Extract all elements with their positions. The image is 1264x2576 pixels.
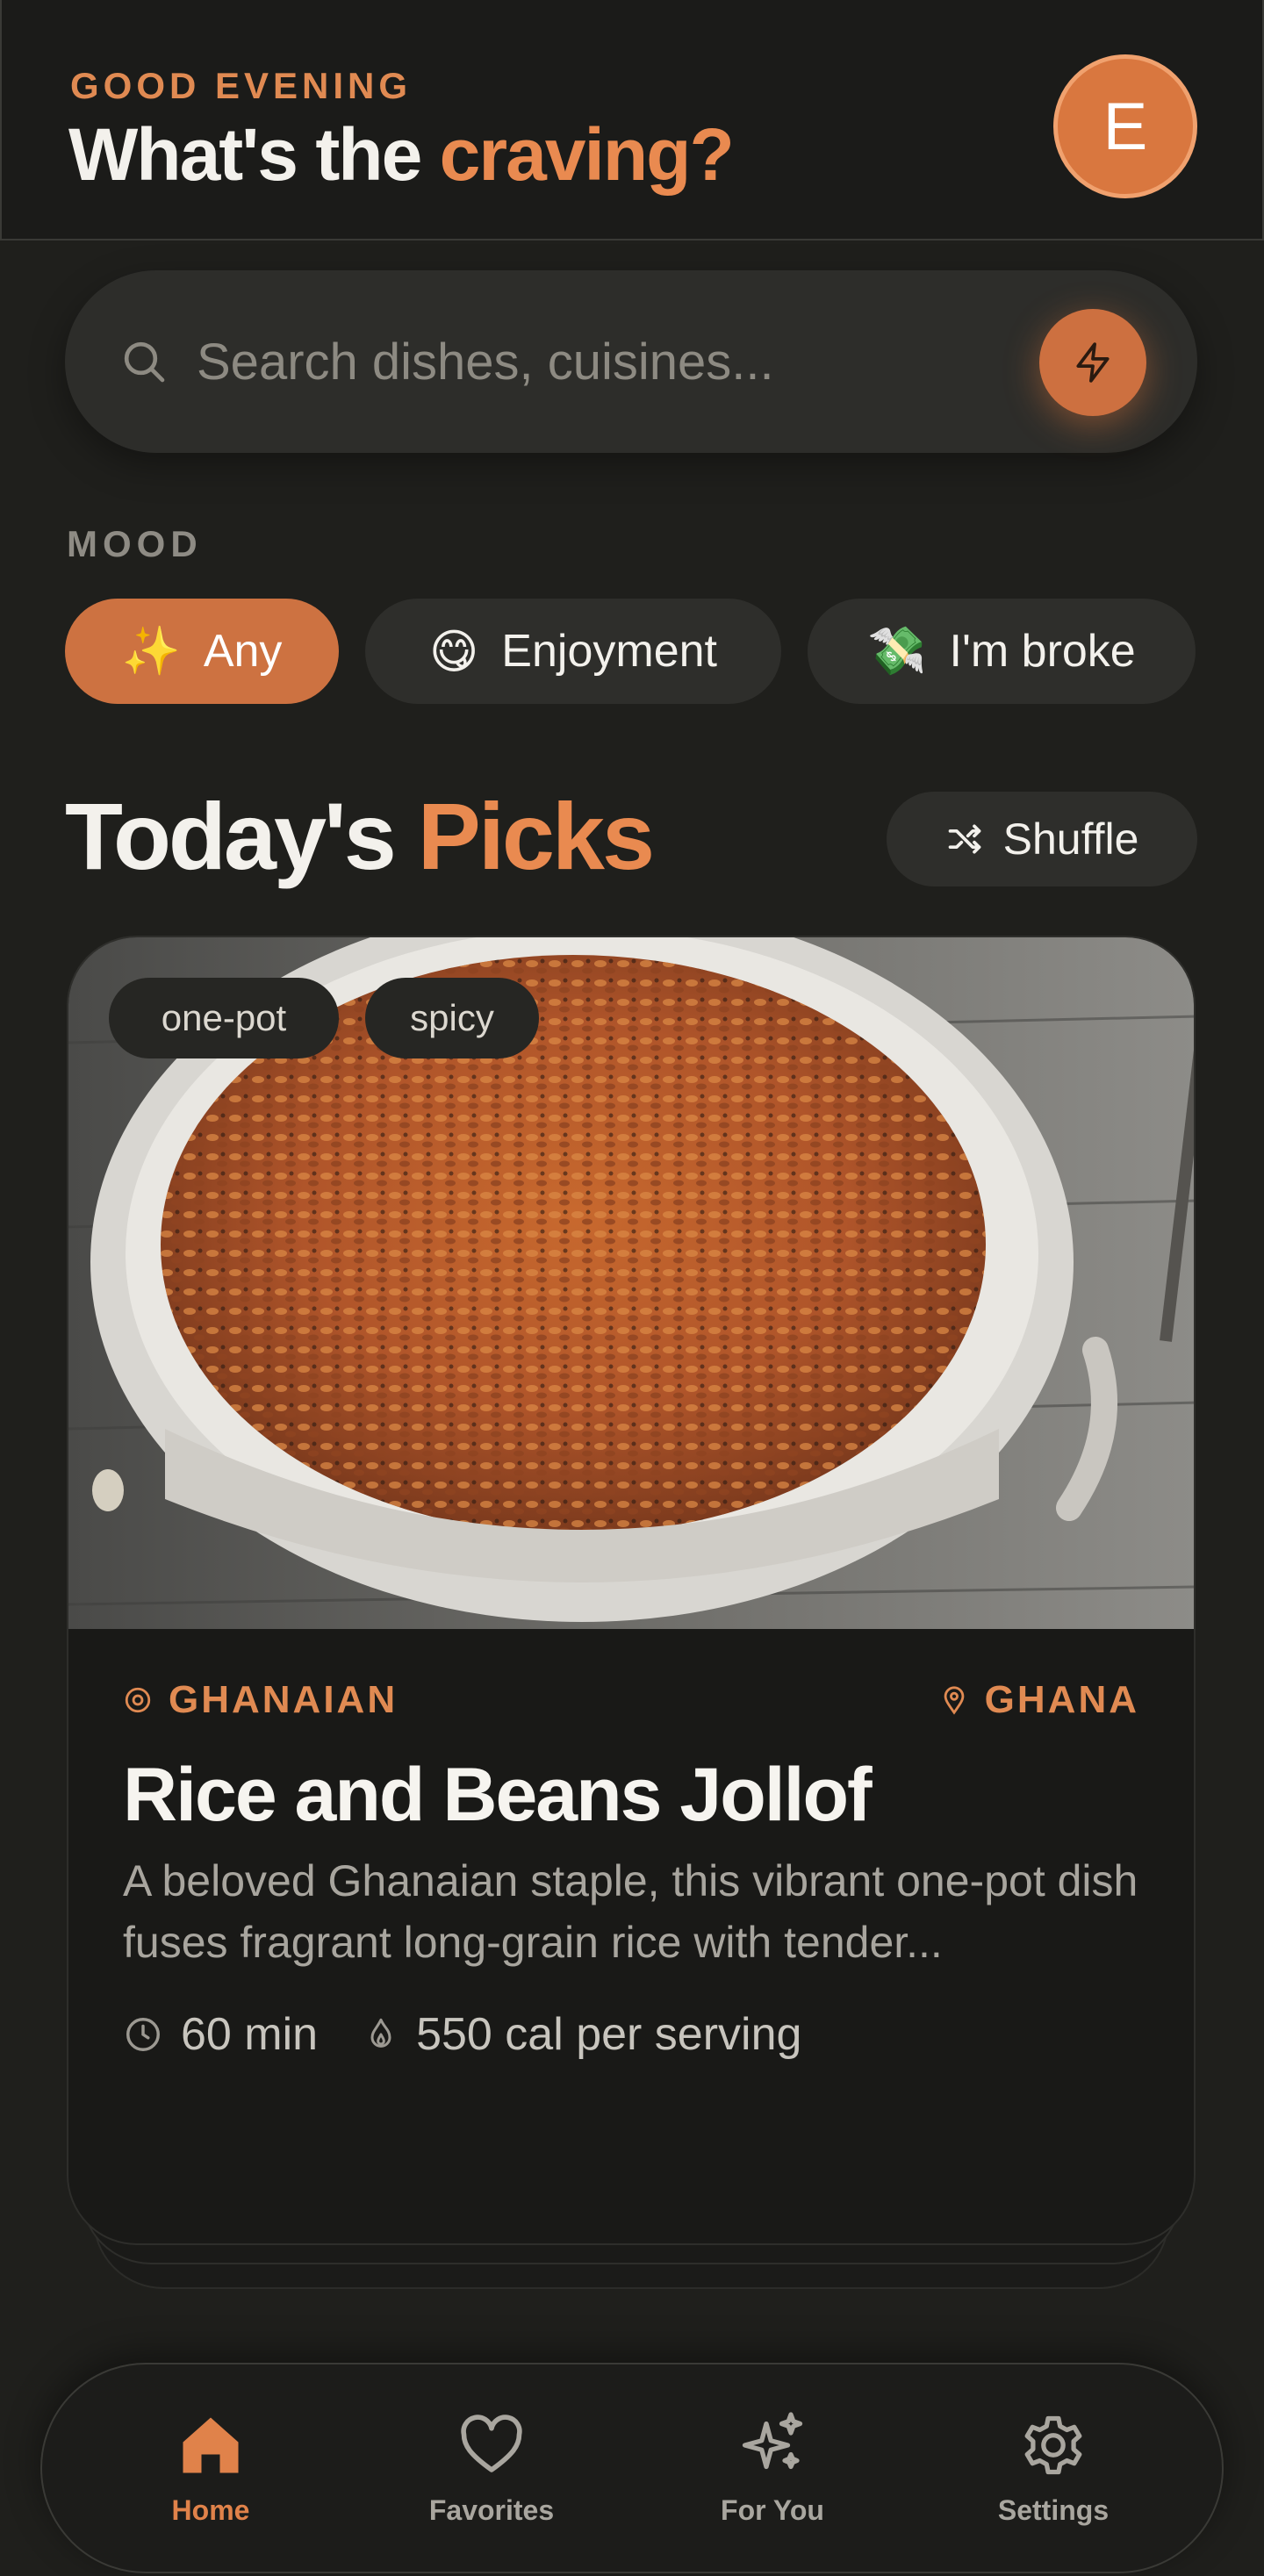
search-bar [65, 270, 1197, 453]
heart-icon [461, 2415, 522, 2472]
cook-time: 60 min [123, 2008, 318, 2061]
search-input[interactable] [197, 321, 1039, 402]
app-header: GOOD EVENING What's the craving? E [0, 0, 1264, 240]
section-title-main: Today's [65, 783, 397, 889]
yum-emoji-icon: 😋 [429, 625, 479, 678]
cuisine-text: GHANAIAN [169, 1678, 399, 1721]
nav-item-home[interactable]: Home [114, 2408, 307, 2540]
location-pin-icon [944, 1686, 965, 1715]
cook-time-text: 60 min [181, 2009, 319, 2060]
title-main: What's the [68, 113, 422, 196]
tag-one-pot[interactable]: one-pot [109, 978, 339, 1058]
search-icon [124, 341, 165, 383]
nav-label: Favorites [428, 2494, 555, 2526]
calories-text: 550 cal per serving [416, 2009, 802, 2060]
avatar[interactable]: E [1053, 54, 1197, 198]
clock-icon [126, 2018, 160, 2051]
greeting-text: GOOD EVENING [70, 65, 413, 106]
mood-chip-enjoyment[interactable]: 😋 Enjoyment [365, 599, 781, 704]
dish-stats: 60 min 550 cal per serving [123, 2008, 801, 2061]
sparkles-emoji-icon: ✨ [121, 624, 181, 678]
mood-chip-label: I'm broke [949, 626, 1136, 677]
origin-label: GHANA [939, 1678, 1139, 1722]
home-icon [183, 2417, 239, 2473]
origin-text: GHANA [984, 1678, 1139, 1721]
mood-chip-broke[interactable]: 💸 I'm broke [808, 599, 1196, 704]
nav-item-for-you[interactable]: For You [676, 2408, 869, 2540]
mood-chip-any[interactable]: ✨ Any [65, 599, 339, 704]
cuisine-label: GHANAIAN [123, 1678, 398, 1722]
nav-item-settings[interactable]: Settings [957, 2408, 1150, 2540]
nav-item-favorites[interactable]: Favorites [395, 2408, 588, 2540]
calories: 550 cal per serving [363, 2008, 801, 2061]
section-title: Today's Picks [65, 781, 655, 891]
mood-chip-label: Enjoyment [501, 626, 717, 677]
shuffle-button[interactable]: Shuffle [887, 792, 1197, 886]
money-wings-emoji-icon: 💸 [867, 624, 927, 678]
cuisine-icon [125, 1687, 151, 1713]
quick-pick-button[interactable] [1039, 309, 1146, 416]
lightning-icon [1076, 342, 1110, 383]
mood-label: MOOD [67, 523, 203, 564]
nav-label: Settings [997, 2494, 1110, 2526]
shuffle-icon [948, 824, 980, 854]
flame-icon [370, 2018, 391, 2048]
recipe-card[interactable]: one-pot spicy GHANAIAN GHANA Rice and Be… [67, 936, 1196, 2245]
nav-label: Home [171, 2494, 250, 2526]
mood-chip-label: Any [203, 626, 283, 677]
section-title-accent: Picks [417, 783, 655, 889]
title-accent: craving? [439, 113, 735, 196]
bottom-nav: Home Favorites For You Settings [40, 2363, 1224, 2573]
card-meta: GHANAIAN GHANA [123, 1678, 1139, 1731]
shuffle-label: Shuffle [1002, 814, 1139, 864]
sparkles-icon [742, 2412, 803, 2470]
tag-spicy[interactable]: spicy [365, 978, 539, 1058]
nav-label: For You [721, 2494, 824, 2526]
dish-name: Rice and Beans Jollof [123, 1753, 873, 1837]
gear-icon [1024, 2415, 1082, 2475]
dish-description: A beloved Ghanaian staple, this vibrant … [123, 1856, 1138, 1967]
page-title: What's the craving? [68, 112, 735, 197]
